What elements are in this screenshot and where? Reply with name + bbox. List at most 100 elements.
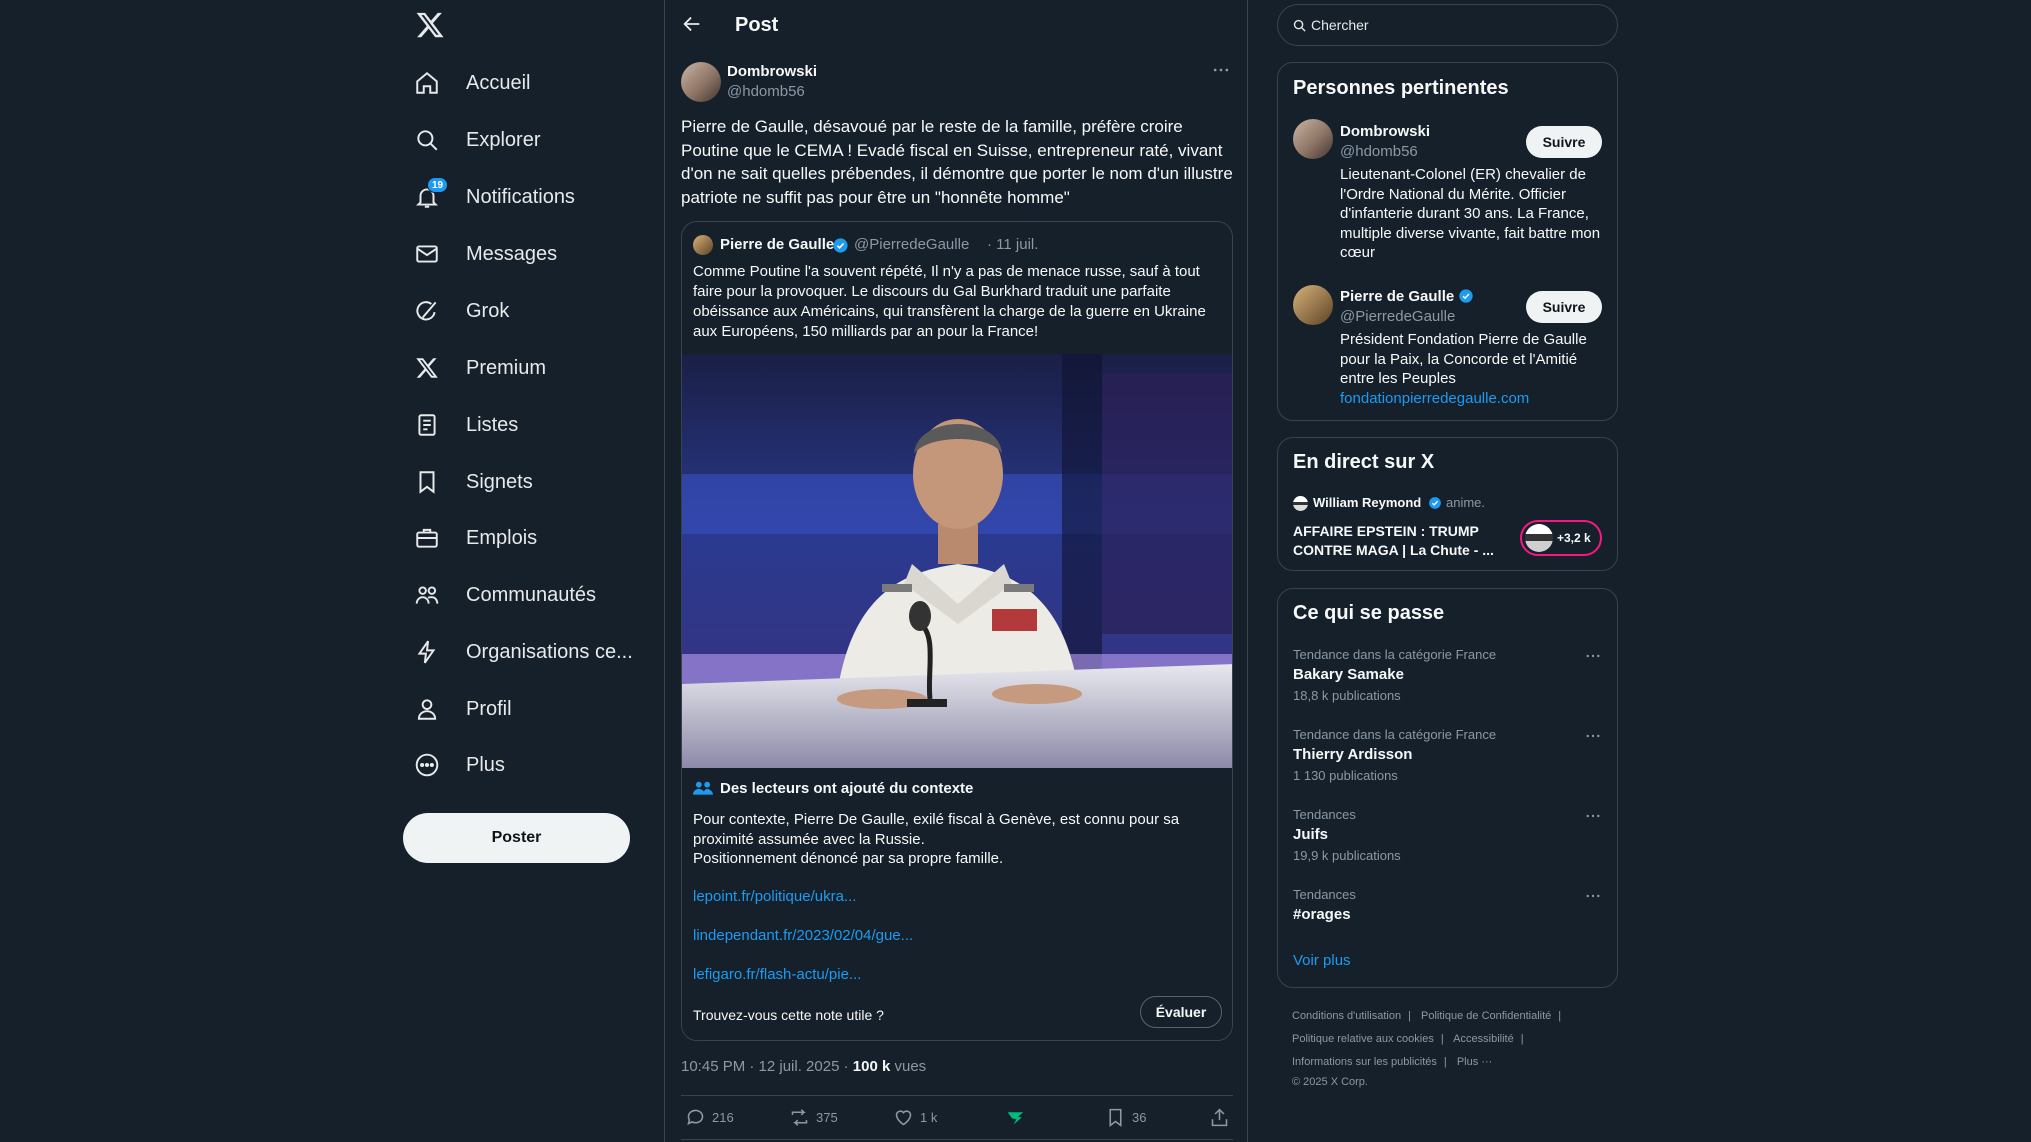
post-time: 10:45 PM · 12 juil. 2025 · xyxy=(681,1058,853,1075)
trend-category: Tendances xyxy=(1293,807,1356,822)
community-note-text: Pour contexte, Pierre De Gaulle, exilé f… xyxy=(693,811,1180,848)
follow-button[interactable]: Suivre xyxy=(1526,291,1602,323)
avatar[interactable] xyxy=(1293,285,1333,325)
reply-button[interactable]: 216 xyxy=(685,1105,734,1129)
live-host-name: William Reymond xyxy=(1313,495,1422,510)
live-listeners-pill[interactable]: +3,2 k xyxy=(1520,520,1602,556)
footer-link[interactable]: Politique relative aux cookies xyxy=(1292,1033,1434,1045)
trend-name: Bakary Samake xyxy=(1293,666,1404,683)
heart-icon xyxy=(895,1109,912,1125)
people-icon xyxy=(412,580,442,610)
search-icon xyxy=(412,125,442,155)
post-timestamp: 10:45 PM · 12 juil. 2025 · 100 k vues xyxy=(681,1058,926,1075)
person-handle[interactable]: @PierredeGaulle xyxy=(1340,308,1455,325)
verified-badge-icon xyxy=(1428,496,1442,510)
x-logo-icon xyxy=(412,353,442,383)
nav-label: Signets xyxy=(466,470,533,493)
nav-item-listes[interactable]: Listes xyxy=(412,401,518,449)
nav-label: Accueil xyxy=(466,71,531,94)
quoted-photo[interactable] xyxy=(682,354,1232,768)
source-link[interactable]: lepoint.fr/politique/ukra... xyxy=(693,888,856,905)
nav-item-explorer[interactable]: Explorer xyxy=(412,116,540,164)
avatar[interactable] xyxy=(681,62,721,102)
bookmark-icon xyxy=(1109,1108,1122,1127)
nav-item-plus[interactable]: Plus xyxy=(412,741,505,789)
trend-item[interactable]: Tendances Juifs 19,9 k publications xyxy=(1278,807,1617,877)
briefcase-icon xyxy=(412,523,442,553)
footer-link[interactable]: Accessibilité xyxy=(1453,1033,1514,1045)
bookmark-button[interactable]: 36 xyxy=(1105,1105,1146,1129)
left-navigation: Accueil Explorer 19 Notifications Messag… xyxy=(400,0,662,1142)
search-box[interactable] xyxy=(1277,4,1618,46)
trend-item[interactable]: Tendance dans la catégorie France Thierr… xyxy=(1278,727,1617,797)
community-note: Des lecteurs ont ajouté du contexte Pour… xyxy=(682,768,1232,1040)
grok-bolt-icon xyxy=(1007,1111,1024,1124)
trend-count: 1 130 publications xyxy=(1293,768,1398,783)
trend-item[interactable]: Tendances #orages xyxy=(1278,887,1617,957)
share-button[interactable] xyxy=(1209,1105,1230,1129)
lightning-icon xyxy=(412,637,442,667)
person-handle[interactable]: @hdomb56 xyxy=(1340,143,1418,160)
more-options-icon[interactable] xyxy=(1584,647,1604,667)
nav-item-premium[interactable]: Premium xyxy=(412,344,546,392)
trend-count: 19,9 k publications xyxy=(1293,848,1401,863)
repost-button[interactable]: 375 xyxy=(789,1105,838,1129)
mail-icon xyxy=(412,239,442,269)
people-icon xyxy=(693,780,713,796)
nav-item-signets[interactable]: Signets xyxy=(412,458,533,506)
nav-item-grok[interactable]: Grok xyxy=(412,287,509,335)
author-name[interactable]: Dombrowski xyxy=(727,63,817,80)
show-more-link[interactable]: Voir plus xyxy=(1293,952,1351,969)
source-link[interactable]: lefigaro.fr/flash-actu/pie... xyxy=(693,966,861,983)
more-options-icon[interactable] xyxy=(1584,807,1604,827)
footer-link[interactable]: Informations sur les publicités xyxy=(1292,1056,1437,1068)
more-options-icon[interactable] xyxy=(1211,60,1235,84)
trend-item[interactable]: Tendance dans la catégorie France Bakary… xyxy=(1278,647,1617,717)
grok-icon xyxy=(412,296,442,326)
nav-item-profil[interactable]: Profil xyxy=(412,685,512,733)
nav-label: Premium xyxy=(466,356,547,379)
nav-item-notifications[interactable]: 19 Notifications xyxy=(412,173,575,221)
source-link[interactable]: lindependant.fr/2023/02/04/gue... xyxy=(693,927,913,944)
rate-note-button[interactable]: Évaluer xyxy=(1140,996,1222,1028)
like-count: 1 k xyxy=(920,1109,938,1125)
nav-item-communautes[interactable]: Communautés xyxy=(412,571,596,619)
nav-item-organisations[interactable]: Organisations ce... xyxy=(412,628,633,676)
person-name[interactable]: Pierre de Gaulle xyxy=(1340,288,1474,305)
live-card[interactable]: En direct sur X William Reymond anime. A… xyxy=(1277,437,1618,571)
nav-label: Profil xyxy=(466,697,512,720)
person-name-text: Pierre de Gaulle xyxy=(1340,288,1455,305)
views-label: vues xyxy=(890,1058,927,1075)
host-avatar xyxy=(1293,496,1308,511)
x-logo-icon[interactable] xyxy=(415,10,445,40)
grok-analytics-button[interactable] xyxy=(1005,1105,1026,1129)
person-website-link[interactable]: fondationpierredegaulle.com xyxy=(1340,390,1529,407)
more-options-icon[interactable] xyxy=(1584,887,1604,907)
search-input[interactable] xyxy=(1311,5,1601,45)
card-title: Personnes pertinentes xyxy=(1293,77,1509,99)
trend-category: Tendance dans la catégorie France xyxy=(1293,727,1497,742)
person-name[interactable]: Dombrowski xyxy=(1340,123,1430,140)
footer-link[interactable]: Plus ··· xyxy=(1457,1056,1492,1068)
post-text: Pierre de Gaulle, désavoué par le reste … xyxy=(681,117,1233,207)
back-arrow-icon[interactable] xyxy=(681,13,705,37)
footer-link[interactable]: Politique de Confidentialité xyxy=(1421,1010,1551,1022)
nav-item-accueil[interactable]: Accueil xyxy=(412,59,530,107)
trend-category: Tendance dans la catégorie France xyxy=(1293,647,1497,662)
footer-link[interactable]: Conditions d'utilisation xyxy=(1292,1010,1401,1022)
nav-item-messages[interactable]: Messages xyxy=(412,230,557,278)
bell-icon: 19 xyxy=(412,177,449,212)
like-button[interactable]: 1 k xyxy=(893,1105,937,1129)
nav-item-emplois[interactable]: Emplois xyxy=(412,514,537,562)
trend-name: Thierry Ardisson xyxy=(1293,746,1413,763)
post-button[interactable]: Poster xyxy=(403,813,630,863)
listener-count: +3,2 k xyxy=(1557,531,1591,545)
more-options-icon[interactable] xyxy=(1584,727,1604,747)
trends-card: Ce qui se passe Tendance dans la catégor… xyxy=(1277,588,1618,988)
avatar[interactable] xyxy=(1293,119,1333,159)
nav-label: Explorer xyxy=(466,128,541,151)
quoted-post[interactable]: Pierre de Gaulle @PierredeGaulle · 11 ju… xyxy=(681,221,1233,1041)
quoted-date: · 11 juil. xyxy=(987,236,1039,253)
follow-button[interactable]: Suivre xyxy=(1526,126,1602,158)
author-handle[interactable]: @hdomb56 xyxy=(727,83,805,100)
